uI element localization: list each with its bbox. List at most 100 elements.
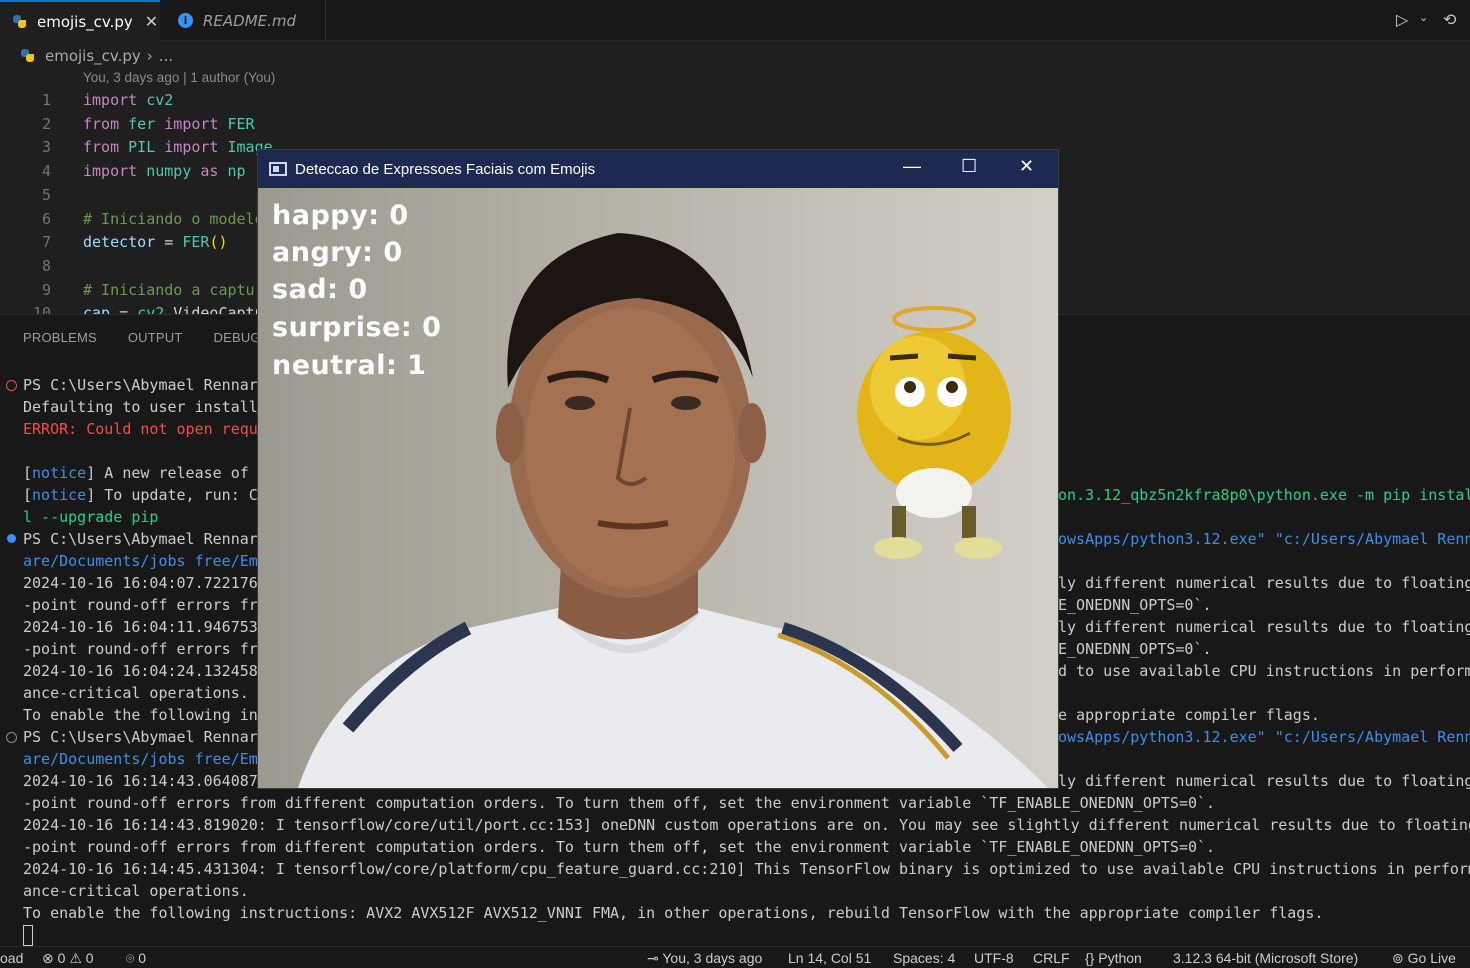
encoding[interactable]: UTF-8 [974, 950, 1014, 966]
language-label: Python [1098, 950, 1142, 966]
tab-emojis-cv-py[interactable]: emojis_cv.py ✕ [0, 0, 160, 41]
line-number: 7 [41, 233, 51, 252]
line-number: 3 [41, 138, 51, 157]
go-live-label: Go Live [1407, 950, 1456, 966]
terminal-line: 2024-10-16 16:04:24.132458 [23, 662, 258, 680]
tab-readme-md[interactable]: i README.md [162, 0, 326, 41]
code-text: cap = cv2.VideoCapture [83, 304, 282, 314]
terminal-line: 2024-10-16 16:04:11.946753 [23, 618, 258, 636]
ports-status[interactable]: ⌾ 0 [126, 950, 146, 967]
tab-label: emojis_cv.py [37, 12, 133, 31]
language-mode[interactable]: {} Python [1085, 950, 1142, 966]
chevron-down-icon[interactable]: ⌄ [1419, 11, 1428, 24]
code-text: import cv2 [83, 91, 174, 109]
blame-status[interactable]: ⊸ You, 3 days ago [647, 950, 762, 967]
warning-count: 0 [85, 950, 94, 966]
python-interpreter[interactable]: 3.12.3 64-bit (Microsoft Store) [1173, 950, 1358, 966]
code-text: detector = FER() [83, 233, 228, 252]
line-number: 4 [41, 162, 51, 181]
terminal-line: l --upgrade pip [23, 508, 159, 526]
window-titlebar[interactable]: Deteccao de Expressoes Faciais com Emoji… [258, 150, 1058, 188]
tab-label: README.md [203, 11, 297, 30]
line-number: 2 [41, 114, 51, 133]
line-number: 8 [41, 256, 51, 275]
run-icon[interactable]: ▷ [1396, 10, 1408, 29]
terminal-line: To enable the following in [23, 706, 258, 724]
close-icon[interactable]: ✕ [1019, 156, 1034, 177]
problems-status[interactable]: ⊗ 0 ⚠ 0 [42, 950, 94, 967]
ports-count: 0 [138, 950, 147, 966]
go-live-button[interactable]: ⊚ Go Live [1392, 950, 1456, 967]
code-text: from PIL import Image [83, 138, 273, 157]
line-ending[interactable]: CRLF [1033, 950, 1070, 966]
git-commit-icon: ⊸ [647, 950, 659, 966]
history-icon[interactable]: ⟲ [1443, 10, 1456, 29]
emotion-label-sad: sad: 0 [272, 274, 368, 305]
command-status-icon[interactable] [6, 732, 17, 743]
tab-output[interactable]: OUTPUT [128, 330, 183, 345]
info-icon: i [178, 13, 193, 28]
terminal-line: 2024-10-16 16:14:43.064087 [23, 772, 258, 790]
terminal-line: PS C:\Users\Abymael Rennar [23, 530, 258, 548]
error-count: 0 [57, 950, 66, 966]
terminal-line-continuation: ly different numerical results due to fl… [1058, 618, 1470, 636]
emotion-label-happy: happy: 0 [272, 200, 409, 231]
status-left-cut[interactable]: oad [0, 950, 23, 966]
codelens-blame[interactable]: You, 3 days ago | 1 author (You) [83, 70, 275, 85]
editor-tab-bar: emojis_cv.py ✕ i README.md ▷ ⌄ ⟲ [0, 0, 1470, 41]
window-app-icon [269, 162, 287, 176]
terminal-line: ERROR: Could not open requ [23, 420, 258, 438]
terminal-line-continuation: ly different numerical results due to fl… [1058, 574, 1470, 592]
error-icon: ⊗ [42, 950, 54, 966]
cursor-position[interactable]: Ln 14, Col 51 [788, 950, 871, 966]
python-file-icon [12, 14, 28, 30]
terminal-line: -point round-off errors from different c… [23, 794, 1216, 812]
panel-tabs: PROBLEMS OUTPUT DEBUG C [0, 315, 282, 359]
terminal-line-continuation: owsApps/python3.12.exe" "c:/Users/Abymae… [1058, 530, 1470, 548]
line-number: 1 [41, 91, 51, 109]
webcam-scene [298, 233, 1048, 788]
breadcrumb-file[interactable]: emojis_cv.py [45, 47, 141, 65]
emotion-label-angry: angry: 0 [272, 237, 403, 268]
tab-problems[interactable]: PROBLEMS [23, 330, 97, 345]
code-text: import numpy as np [83, 162, 246, 181]
terminal-line: ance-critical operations. [23, 684, 249, 702]
line-number: 5 [41, 185, 51, 204]
terminal-line: -point round-off errors from different c… [23, 838, 1216, 856]
minimize-icon[interactable]: — [903, 156, 921, 177]
blame-status-text: You, 3 days ago [662, 950, 763, 966]
line-number: 9 [41, 280, 51, 299]
breadcrumb-rest[interactable]: ... [159, 47, 173, 65]
code-text: # Iniciando a captura [83, 280, 273, 299]
terminal-cursor [23, 925, 33, 946]
terminal-line: 2024-10-16 16:04:07.722176 [23, 574, 258, 592]
terminal-line: -point round-off errors fr [23, 640, 258, 658]
warning-icon: ⚠ [69, 950, 82, 966]
maximize-icon[interactable]: ☐ [961, 156, 977, 177]
code-line[interactable]: 1 import cv2 [0, 88, 1470, 112]
code-line[interactable]: 2 from fer import FER [0, 112, 1470, 136]
close-icon[interactable]: ✕ [145, 12, 158, 31]
terminal-line-continuation: e appropriate compiler flags. [1058, 706, 1320, 724]
line-number: 6 [41, 209, 51, 228]
opencv-window[interactable]: Deteccao de Expressoes Faciais com Emoji… [257, 149, 1059, 789]
code-text: from fer import FER [83, 114, 255, 133]
terminal-line: -point round-off errors fr [23, 596, 258, 614]
terminal-line: are/Documents/jobs free/Em [23, 750, 258, 768]
terminal-line: ance-critical operations. [23, 882, 249, 900]
terminal-line: PS C:\Users\Abymael Rennar [23, 376, 258, 394]
line-number: 10 [32, 304, 51, 314]
indentation[interactable]: Spaces: 4 [893, 950, 955, 966]
chevron-right-icon: › [146, 47, 153, 65]
terminal-line: PS C:\Users\Abymael Rennar [23, 728, 258, 746]
terminal-line-continuation: d to use available CPU instructions in p… [1058, 662, 1470, 680]
command-status-icon[interactable] [7, 534, 16, 543]
status-bar: oad ⊗ 0 ⚠ 0 ⌾ 0 ⊸ You, 3 days ago Ln 14,… [0, 946, 1470, 968]
broadcast-icon: ⊚ [1392, 950, 1404, 966]
terminal-line: Defaulting to user install [23, 398, 258, 416]
command-status-icon[interactable] [6, 380, 17, 391]
terminal-line: [notice] To update, run: C [23, 486, 258, 504]
python-file-icon [20, 48, 36, 64]
terminal-line: 2024-10-16 16:14:43.819020: I tensorflow… [23, 816, 1470, 834]
terminal-line-continuation: E_ONEDNN_OPTS=0`. [1058, 596, 1212, 614]
